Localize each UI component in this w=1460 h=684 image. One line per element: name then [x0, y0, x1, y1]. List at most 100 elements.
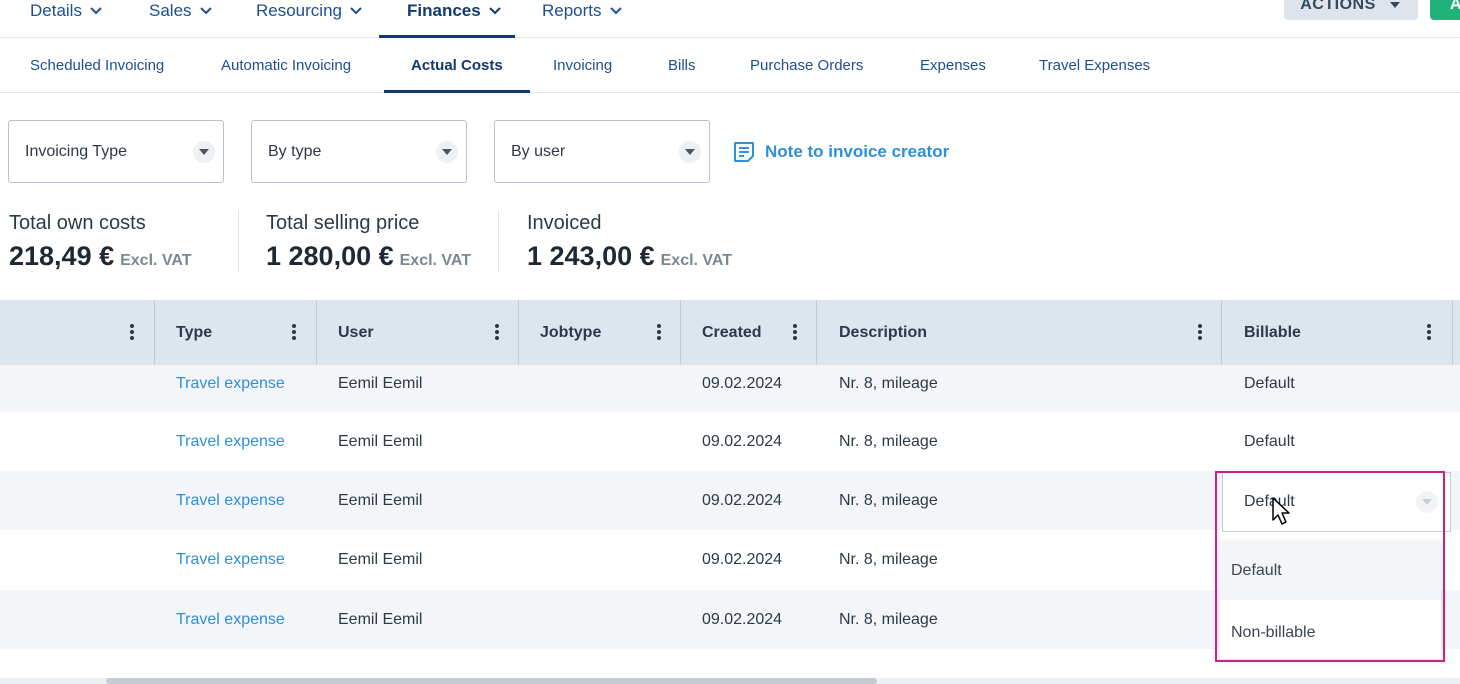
column-header-jobtype[interactable]: Jobtype: [540, 300, 601, 365]
created-cell: 09.02.2024: [702, 550, 783, 568]
nav-sales[interactable]: Sales: [149, 0, 214, 38]
invoiced-total: Invoiced 1 243,00 € Excl. VAT: [527, 210, 732, 279]
total-selling-price: Total selling price 1 280,00 € Excl. VAT: [266, 210, 471, 279]
billable-select[interactable]: Default: [1222, 472, 1451, 532]
column-resize-handle[interactable]: [518, 300, 519, 365]
column-resize-handle[interactable]: [1221, 300, 1222, 365]
invoiced-amount: 1 243,00 €: [527, 241, 655, 271]
billable-cell[interactable]: Default: [1244, 365, 1295, 402]
type-cell[interactable]: Travel expense: [176, 365, 285, 402]
kebab-menu-icon[interactable]: [656, 322, 662, 342]
sub-tabs: Scheduled Invoicing Automatic Invoicing …: [0, 38, 1460, 93]
table-row[interactable]: Travel expense Eemil Eemil 09.02.2024 Nr…: [0, 365, 1460, 412]
created-cell: 09.02.2024: [702, 374, 783, 392]
caret-down-icon: [1416, 491, 1438, 513]
column-resize-handle[interactable]: [816, 300, 817, 365]
column-resize-handle[interactable]: [154, 300, 155, 365]
kebab-menu-icon[interactable]: [1197, 322, 1203, 342]
nav-resourcing[interactable]: Resourcing: [256, 0, 364, 38]
tab-purchase-orders[interactable]: Purchase Orders: [750, 38, 863, 92]
total-own-costs: Total own costs 218,49 € Excl. VAT: [9, 210, 192, 279]
total-own-costs-label: Total own costs: [9, 212, 146, 234]
table-row[interactable]: Travel expense Eemil Eemil 09.02.2024 Nr…: [0, 412, 1460, 471]
column-header-type[interactable]: Type: [176, 300, 212, 365]
chevron-down-icon: [350, 0, 364, 22]
total-selling-price-value: 1 280,00 € Excl. VAT: [266, 238, 471, 279]
note-icon: [732, 140, 756, 164]
nav-details[interactable]: Details: [30, 0, 104, 38]
billable-options-menu: Default Non-billable: [1219, 541, 1441, 659]
table-header: Type User Jobtype Created Description Bi…: [0, 300, 1460, 365]
user-cell: Eemil Eemil: [338, 550, 423, 568]
description-cell: Nr. 8, mileage: [839, 610, 938, 628]
column-resize-handle[interactable]: [316, 300, 317, 365]
option-non-billable[interactable]: Non-billable: [1219, 603, 1441, 662]
tab-expenses[interactable]: Expenses: [920, 38, 986, 92]
created-cell: 09.02.2024: [702, 432, 783, 450]
divider: [238, 210, 239, 272]
user-cell: Eemil Eemil: [338, 432, 423, 450]
created-cell: 09.02.2024: [702, 610, 783, 628]
total-own-costs-value: 218,49 € Excl. VAT: [9, 238, 192, 279]
divider: [498, 210, 499, 272]
tab-travel-expenses[interactable]: Travel Expenses: [1039, 38, 1150, 92]
nav-finances[interactable]: Finances: [379, 0, 515, 38]
tab-automatic-invoicing[interactable]: Automatic Invoicing: [221, 38, 351, 92]
mouse-cursor-icon: [1272, 497, 1292, 527]
caret-down-icon: [193, 141, 215, 163]
tab-scheduled-invoicing[interactable]: Scheduled Invoicing: [30, 38, 164, 92]
user-cell: Eemil Eemil: [338, 374, 423, 392]
nav-resourcing-label: Resourcing: [256, 1, 342, 20]
note-to-invoice-creator-link[interactable]: Note to invoice creator: [732, 140, 949, 164]
primary-action-button[interactable]: A: [1430, 0, 1460, 20]
invoicing-type-select[interactable]: Invoicing Type: [8, 120, 224, 183]
kebab-menu-icon[interactable]: [291, 322, 297, 342]
type-cell[interactable]: Travel expense: [176, 471, 285, 530]
column-header-created[interactable]: Created: [702, 300, 762, 365]
nav-sales-label: Sales: [149, 1, 192, 20]
column-resize-handle[interactable]: [680, 300, 681, 365]
actions-button[interactable]: ACTIONS: [1284, 0, 1418, 20]
user-cell: Eemil Eemil: [338, 491, 423, 509]
total-selling-price-label: Total selling price: [266, 212, 420, 234]
kebab-menu-icon[interactable]: [129, 322, 135, 342]
type-cell[interactable]: Travel expense: [176, 412, 285, 471]
kebab-menu-icon[interactable]: [1426, 322, 1432, 342]
caret-down-icon: [679, 141, 701, 163]
tab-actual-costs[interactable]: Actual Costs: [384, 38, 530, 93]
nav-reports[interactable]: Reports: [542, 0, 624, 38]
invoiced-value: 1 243,00 € Excl. VAT: [527, 238, 732, 279]
kebab-menu-icon[interactable]: [494, 322, 500, 342]
actions-button-label: ACTIONS: [1300, 0, 1376, 13]
horizontal-scrollbar-thumb[interactable]: [106, 678, 877, 684]
created-cell: 09.02.2024: [702, 491, 783, 509]
type-cell[interactable]: Travel expense: [176, 590, 285, 649]
chevron-down-icon: [488, 0, 503, 22]
vertical-scrollbar[interactable]: [1452, 300, 1460, 365]
total-own-costs-amount: 218,49 €: [9, 241, 115, 271]
tab-invoicing[interactable]: Invoicing: [553, 38, 612, 92]
invoiced-label: Invoiced: [527, 212, 602, 234]
invoicing-type-label: Invoicing Type: [25, 142, 127, 160]
primary-action-label: A: [1450, 0, 1460, 13]
by-user-select[interactable]: By user: [494, 120, 710, 183]
nav-reports-label: Reports: [542, 1, 602, 20]
kebab-menu-icon[interactable]: [792, 322, 798, 342]
nav-details-label: Details: [30, 1, 82, 20]
vat-suffix: Excl. VAT: [120, 252, 192, 269]
option-default[interactable]: Default: [1219, 541, 1441, 600]
column-header-user[interactable]: User: [338, 300, 374, 365]
billable-cell[interactable]: Default: [1244, 412, 1295, 471]
description-cell: Nr. 8, mileage: [839, 550, 938, 568]
chevron-down-icon: [609, 0, 624, 22]
vat-suffix: Excl. VAT: [660, 252, 733, 269]
chevron-down-icon: [90, 0, 104, 22]
by-type-select[interactable]: By type: [251, 120, 467, 183]
type-cell[interactable]: Travel expense: [176, 530, 285, 589]
vat-suffix: Excl. VAT: [399, 252, 472, 269]
column-header-description[interactable]: Description: [839, 300, 927, 365]
column-header-billable[interactable]: Billable: [1244, 300, 1301, 365]
tab-bills[interactable]: Bills: [668, 38, 696, 92]
by-type-label: By type: [268, 142, 322, 160]
chevron-down-icon: [199, 0, 214, 22]
